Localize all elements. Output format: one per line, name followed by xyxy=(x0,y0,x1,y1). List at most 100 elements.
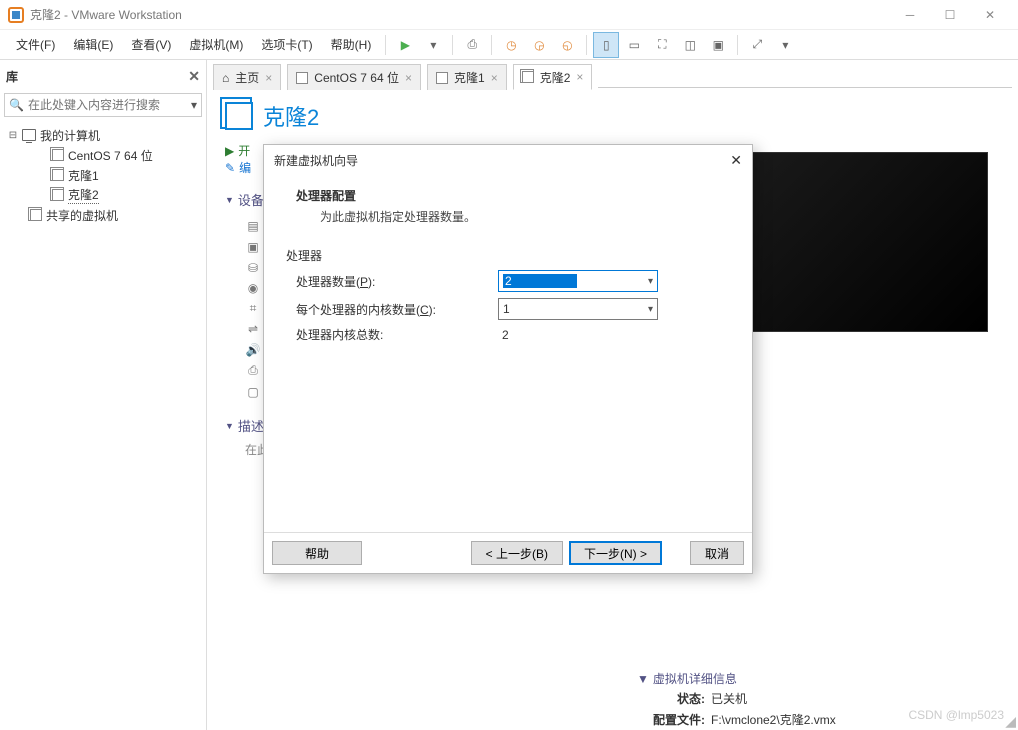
view-thumbnail-icon[interactable]: ▭ xyxy=(621,32,647,58)
next-button[interactable]: 下一步(N) > xyxy=(569,541,662,565)
power-dropdown[interactable]: ▾ xyxy=(420,32,446,58)
cores-combo[interactable]: 1▾ xyxy=(498,298,658,320)
cores-label: 每个处理器的内核数量(C): xyxy=(296,301,486,318)
dialog-titlebar: 新建虚拟机向导 ✕ xyxy=(264,145,752,175)
tab-home[interactable]: ⌂主页× xyxy=(213,64,281,90)
library-search[interactable]: 🔍 ▾ xyxy=(4,93,202,117)
total-cores-row: 处理器内核总数: 2 xyxy=(284,326,732,343)
vmware-app-icon xyxy=(8,7,24,23)
menu-view[interactable]: 查看(V) xyxy=(123,32,179,57)
vm-large-icon xyxy=(225,102,253,130)
dialog-body: 处理器配置 为此虚拟机指定处理器数量。 处理器 处理器数量(P): 2▾ 每个处… xyxy=(264,175,752,532)
vm-icon xyxy=(522,71,534,83)
expand-icon[interactable]: ⊟ xyxy=(8,130,18,141)
processor-count-row: 处理器数量(P): 2▾ xyxy=(284,270,732,292)
stretch-dropdown[interactable]: ▾ xyxy=(772,32,798,58)
tab-bar: ⌂主页× CentOS 7 64 位× 克隆1× 克隆2× xyxy=(207,60,1018,88)
search-dropdown-icon[interactable]: ▾ xyxy=(191,98,197,112)
resize-grip[interactable]: ◢ xyxy=(1005,714,1016,728)
search-input[interactable] xyxy=(28,98,191,112)
library-header: 库 ✕ xyxy=(4,64,202,89)
wizard-header: 处理器配置 为此虚拟机指定处理器数量。 xyxy=(284,183,732,237)
vm-icon xyxy=(52,149,64,161)
tab-centos[interactable]: CentOS 7 64 位× xyxy=(287,64,421,90)
cancel-button[interactable]: 取消 xyxy=(690,541,744,565)
vm-icon xyxy=(52,169,64,181)
cpu-icon: ▣ xyxy=(245,239,261,255)
tab-clone1[interactable]: 克隆1× xyxy=(427,64,507,90)
library-close-icon[interactable]: ✕ xyxy=(188,68,200,85)
hard-disk-icon: ⛁ xyxy=(245,260,261,276)
maximize-button[interactable]: ☐ xyxy=(930,1,970,29)
tab-clone2[interactable]: 克隆2× xyxy=(513,64,593,90)
snapshot-take-icon[interactable]: ◷ xyxy=(498,32,524,58)
vm-icon xyxy=(30,209,42,221)
vm-icon xyxy=(52,189,64,201)
total-cores-value: 2 xyxy=(498,328,509,342)
cores-row: 每个处理器的内核数量(C): 1▾ xyxy=(284,298,732,320)
wizard-step-title: 处理器配置 xyxy=(296,187,720,204)
window-title: 克隆2 - VMware Workstation xyxy=(30,6,890,23)
back-button[interactable]: < 上一步(B) xyxy=(471,541,563,565)
detail-status: 状态:已关机 xyxy=(639,689,842,708)
dialog-title: 新建虚拟机向导 xyxy=(274,152,730,169)
snapshot-manage-icon[interactable]: ◵ xyxy=(554,32,580,58)
memory-icon: ▤ xyxy=(245,218,261,234)
menu-help[interactable]: 帮助(H) xyxy=(323,32,380,57)
tree-my-computer[interactable]: ⊟ 我的计算机 xyxy=(4,125,202,145)
library-sidebar: 库 ✕ 🔍 ▾ ⊟ 我的计算机 CentOS 7 64 位 克隆1 克隆2 共享… xyxy=(0,60,207,730)
vm-details: ▼虚拟机详细信息 状态:已关机 配置文件:F:\vmclone2\克隆2.vmx… xyxy=(637,670,844,730)
dialog-footer: 帮助 < 上一步(B) 下一步(N) > 取消 xyxy=(264,532,752,573)
stretch-icon[interactable]: ⤢ xyxy=(744,32,770,58)
tree-vm-clone1[interactable]: 克隆1 xyxy=(4,165,202,185)
close-button[interactable]: ✕ xyxy=(970,1,1010,29)
network-icon: ⌗ xyxy=(245,301,261,317)
tree-vm-clone2[interactable]: 克隆2 xyxy=(4,185,202,205)
watermark: CSDN @lmp5023 xyxy=(908,708,1004,722)
menu-tabs[interactable]: 选项卡(T) xyxy=(253,32,320,57)
detail-config-file: 配置文件:F:\vmclone2\克隆2.vmx xyxy=(639,710,842,729)
view-single-icon[interactable]: ▯ xyxy=(593,32,619,58)
processor-count-label: 处理器数量(P): xyxy=(296,273,486,290)
tree-vm-centos[interactable]: CentOS 7 64 位 xyxy=(4,145,202,165)
wizard-step-subtitle: 为此虚拟机指定处理器数量。 xyxy=(296,208,720,225)
processor-group-label: 处理器 xyxy=(286,247,732,264)
vm-screen-preview xyxy=(748,152,988,332)
vm-details-header[interactable]: ▼虚拟机详细信息 xyxy=(637,670,844,687)
menu-vm[interactable]: 虚拟机(M) xyxy=(181,32,251,57)
title-bar: 克隆2 - VMware Workstation ─ ☐ ✕ xyxy=(0,0,1018,30)
view-fullscreen-icon[interactable]: ⛶ xyxy=(649,32,675,58)
minimize-button[interactable]: ─ xyxy=(890,1,930,29)
monitor-icon xyxy=(22,129,36,141)
collapse-icon: ▼ xyxy=(225,195,234,205)
total-cores-label: 处理器内核总数: xyxy=(296,326,486,343)
send-cad-icon[interactable]: ⎙ xyxy=(459,32,485,58)
dialog-close-icon[interactable]: ✕ xyxy=(730,152,742,169)
library-title: 库 xyxy=(6,68,188,85)
view-console-icon[interactable]: ▣ xyxy=(705,32,731,58)
tab-close-icon[interactable]: × xyxy=(405,71,412,85)
view-unity-icon[interactable]: ◫ xyxy=(677,32,703,58)
library-tree: ⊟ 我的计算机 CentOS 7 64 位 克隆1 克隆2 共享的虚拟机 xyxy=(4,125,202,225)
menu-edit[interactable]: 编辑(E) xyxy=(65,32,121,57)
tree-shared-vms[interactable]: 共享的虚拟机 xyxy=(4,205,202,225)
search-icon: 🔍 xyxy=(9,98,24,112)
tab-close-icon[interactable]: × xyxy=(491,71,498,85)
help-button[interactable]: 帮助 xyxy=(272,541,362,565)
processor-count-combo[interactable]: 2▾ xyxy=(498,270,658,292)
chevron-down-icon: ▾ xyxy=(648,276,653,287)
sound-icon: 🔊 xyxy=(245,342,261,358)
tab-close-icon[interactable]: × xyxy=(265,71,272,85)
usb-icon: ⇌ xyxy=(245,321,261,337)
menu-file[interactable]: 文件(F) xyxy=(8,32,63,57)
power-on-button[interactable]: ▶ xyxy=(392,32,418,58)
menu-bar: 文件(F) 编辑(E) 查看(V) 虚拟机(M) 选项卡(T) 帮助(H) ▶ … xyxy=(0,30,1018,60)
cd-icon: ◉ xyxy=(245,280,261,296)
vm-icon xyxy=(436,72,448,84)
tab-close-icon[interactable]: × xyxy=(576,70,583,84)
home-icon: ⌂ xyxy=(222,71,229,85)
collapse-icon: ▼ xyxy=(225,421,234,431)
vm-icon xyxy=(296,72,308,84)
collapse-icon: ▼ xyxy=(637,672,649,686)
snapshot-revert-icon[interactable]: ◶ xyxy=(526,32,552,58)
